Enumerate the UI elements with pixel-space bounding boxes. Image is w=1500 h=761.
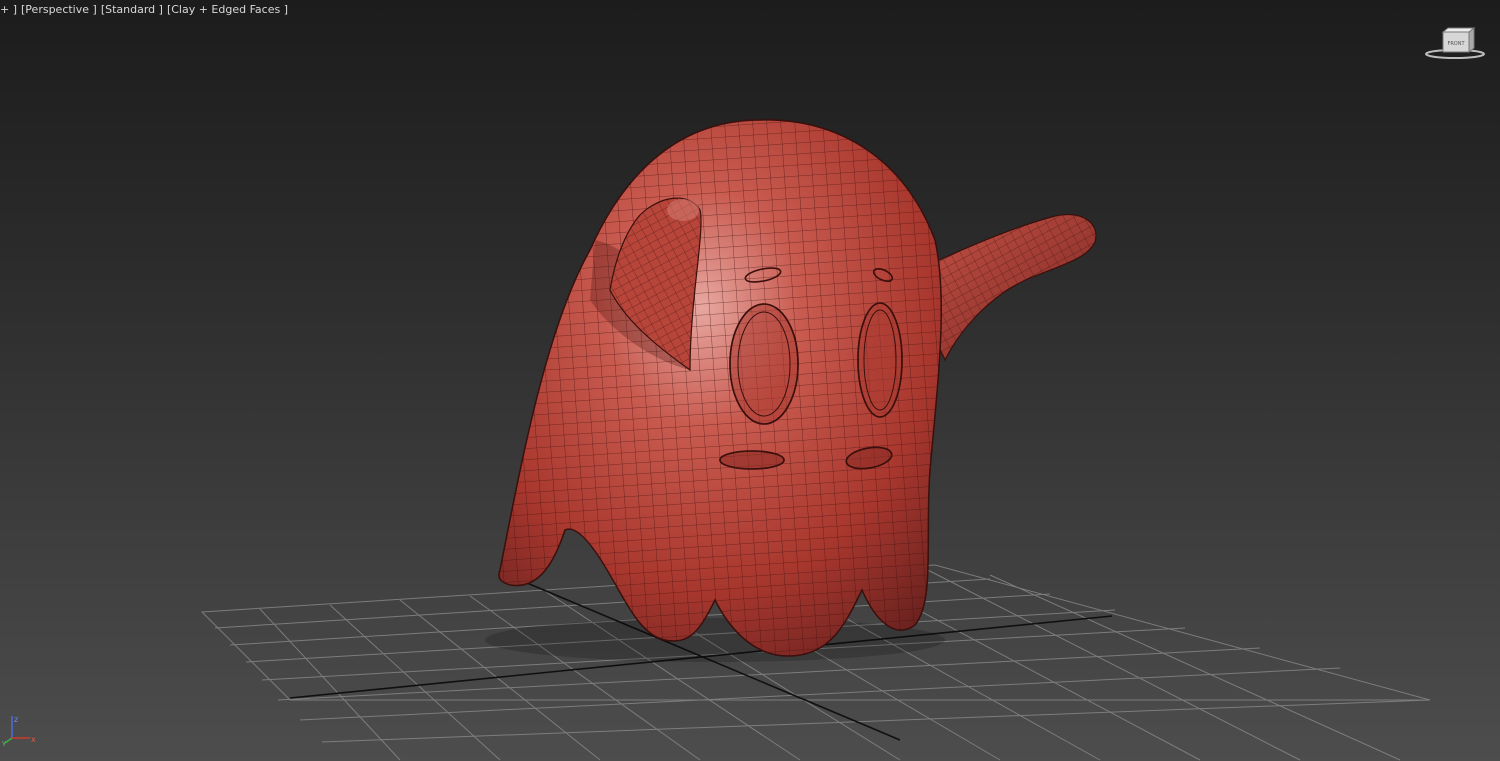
viewcube-face-label: FRONT (1447, 41, 1465, 47)
axis-z-label: z (14, 715, 18, 724)
axis-y-label: y (2, 739, 6, 746)
viewcube-icon[interactable]: FRONT (1424, 26, 1486, 62)
axis-tripod-icon: z x y (2, 715, 36, 746)
perspective-viewport[interactable]: + ] [Perspective ] [Standard ] [Clay + E… (0, 0, 1500, 761)
ghost-right-arm (917, 214, 1097, 362)
scene-render (200, 119, 1431, 761)
axis-x-label: x (31, 735, 36, 744)
